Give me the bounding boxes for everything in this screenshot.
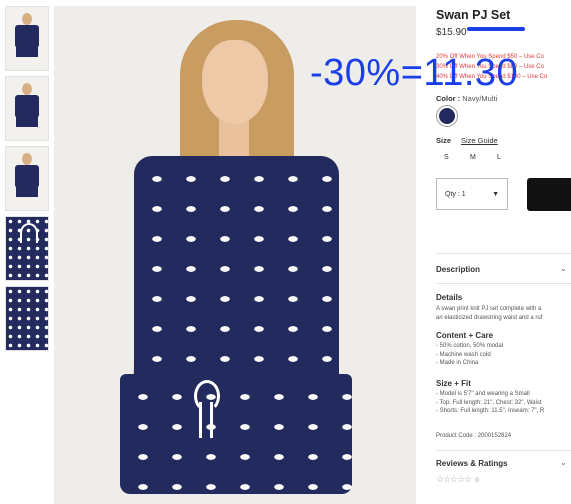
swan-print-pattern	[6, 287, 48, 350]
thumbnail-back[interactable]	[5, 146, 49, 211]
product-price: $15.90	[436, 27, 467, 38]
swan-print-pattern	[120, 374, 352, 494]
content-care-text: - 50% cotton, 50% modal - Machine wash c…	[436, 342, 571, 368]
thumbnail-model-head	[22, 153, 32, 165]
thumbnail-shorts	[16, 187, 38, 197]
size-guide-link[interactable]: Size Guide	[461, 136, 498, 145]
model-face	[202, 40, 268, 124]
pj-top	[134, 156, 339, 378]
size-fit-text: - Model is 5'7" and wearing a Small - To…	[436, 390, 571, 416]
thumbnail-shorts	[16, 47, 38, 57]
color-value: Navy/Multi	[462, 94, 498, 103]
size-option-s[interactable]: S	[444, 154, 449, 161]
reviews-heading[interactable]: Reviews & Ratings	[436, 459, 508, 468]
thumbnail-top-detail[interactable]	[5, 286, 49, 351]
title-underline-mark	[467, 27, 525, 31]
divider	[436, 253, 571, 254]
product-code: Product Code : 2000152824	[436, 433, 512, 439]
chevron-down-icon[interactable]: ⌄	[560, 264, 567, 273]
drawstring-end	[199, 402, 202, 438]
description-heading[interactable]: Description	[436, 265, 480, 274]
thumbnail-shorts	[16, 117, 38, 127]
content-line: - Made in China	[436, 360, 479, 366]
swan-print-pattern	[134, 156, 339, 378]
size-fit-heading: Size + Fit	[436, 379, 471, 388]
caret-down-icon: ▼	[492, 190, 499, 198]
size-fit-line: - Model is 5'7" and wearing a Small	[436, 391, 530, 397]
thumbnail-front[interactable]	[5, 6, 49, 71]
size-fit-line: - Top: Full length: 21", Chest: 32", Wai…	[436, 399, 542, 406]
details-line: A swan print knit PJ set complete with a	[436, 306, 542, 312]
drawstring-detail	[20, 223, 38, 243]
add-to-bag-button[interactable]	[527, 178, 571, 211]
thumbnail-top	[15, 25, 39, 47]
thumbnail-top	[15, 165, 39, 187]
details-text: A swan print knit PJ set complete with a…	[436, 305, 571, 322]
product-title: Swan PJ Set	[436, 8, 511, 22]
thumbnail-side[interactable]	[5, 76, 49, 141]
chevron-down-icon[interactable]: ⌄	[560, 458, 567, 467]
color-swatch-navy[interactable]	[437, 106, 457, 126]
size-fit-line: - Shorts: Full length: 11.5", Inseam: 7"…	[436, 408, 545, 414]
promo-price-annotation: -30%=11.30	[310, 52, 519, 94]
divider	[436, 450, 571, 451]
details-line: an elasticized drawstring waist and a ru…	[436, 314, 543, 321]
divider	[436, 283, 571, 284]
pj-shorts	[120, 374, 352, 494]
content-line: - 50% cotton, 50% modal	[436, 343, 504, 349]
thumbnail-shorts-detail[interactable]	[5, 216, 49, 281]
review-count: 0	[475, 478, 479, 484]
thumbnail-gallery	[5, 6, 49, 356]
quantity-select[interactable]: Qty : 1 ▼	[436, 178, 508, 210]
star-rating[interactable]: ☆☆☆☆☆ 0	[436, 474, 479, 485]
star-icons: ☆☆☆☆☆	[436, 474, 472, 484]
content-care-heading: Content + Care	[436, 331, 494, 340]
size-label: Size	[436, 136, 452, 145]
thumbnail-model-head	[22, 83, 32, 95]
quantity-value: Qty : 1	[445, 190, 466, 198]
content-line: - Machine wash cold	[436, 351, 491, 358]
thumbnail-top	[15, 95, 39, 117]
size-option-l[interactable]: L	[497, 154, 501, 161]
color-label: Color : Navy/Multi	[436, 94, 497, 103]
details-heading: Details	[436, 293, 463, 302]
size-option-m[interactable]: M	[470, 154, 476, 161]
drawstring-end	[210, 402, 213, 438]
color-label-text: Color :	[436, 94, 461, 103]
drawstring-bow	[194, 380, 220, 412]
thumbnail-model-head	[22, 13, 32, 25]
